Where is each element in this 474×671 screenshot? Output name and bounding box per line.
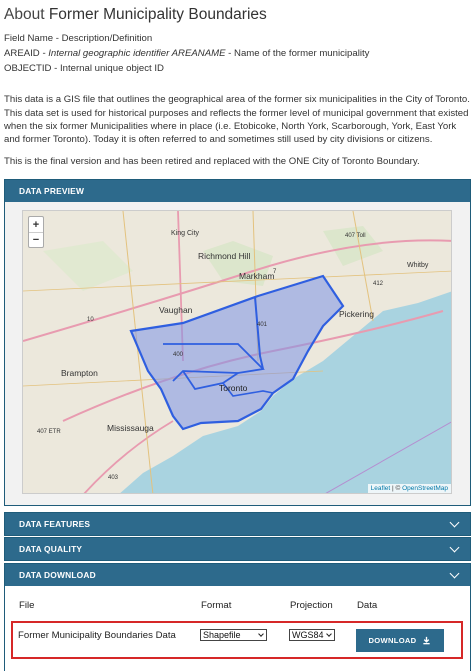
field1-name: AREAID <box>4 48 40 59</box>
zoom-in-button[interactable]: + <box>29 217 43 232</box>
label-hwy407-toll: 407 Toll <box>345 233 366 239</box>
attribution-separator: | © <box>390 485 403 492</box>
description-paragraph-3: This is the final version and has been r… <box>4 156 420 167</box>
format-select-value: Shapefile <box>203 630 241 640</box>
data-preview-label: DATA PREVIEW <box>19 186 85 196</box>
osm-link[interactable]: OpenStreetMap <box>402 485 448 492</box>
data-features-header[interactable]: DATA FEATURES <box>5 513 470 535</box>
field-definitions: Field Name - Description/Definition AREA… <box>4 31 369 76</box>
data-download-label: DATA DOWNLOAD <box>19 570 96 580</box>
leaflet-link[interactable]: Leaflet <box>371 485 391 492</box>
label-hwy412: 412 <box>373 281 384 287</box>
data-features-label: DATA FEATURES <box>19 519 91 529</box>
zoom-out-button[interactable]: − <box>29 232 43 247</box>
description-paragraph-1: This data is a GIS file that outlines th… <box>4 94 470 105</box>
page-title: About Former Municipality Boundaries <box>4 6 267 24</box>
map-view[interactable]: + − King City Richmond Hill Markham Vaug… <box>22 210 452 494</box>
data-quality-label: DATA QUALITY <box>19 544 83 554</box>
label-whitby: Whitby <box>407 262 429 269</box>
label-hwy403: 403 <box>108 475 119 481</box>
fields-heading: Field Name - Description/Definition <box>4 33 153 44</box>
label-brampton: Brampton <box>61 368 98 378</box>
data-download-header[interactable]: DATA DOWNLOAD <box>5 564 470 586</box>
zoom-control: + − <box>28 216 44 248</box>
label-king-city: King City <box>171 230 200 237</box>
label-toronto: Toronto <box>219 383 248 393</box>
label-hwy407-etr: 407 ETR <box>37 429 61 435</box>
data-preview-panel: DATA PREVIEW + − King City Richmond Hill… <box>4 179 471 506</box>
map-attribution: Leaflet | © OpenStreetMap <box>367 484 451 493</box>
title-prefix: About <box>4 6 45 23</box>
field-line-2: OBJECTID - Internal unique object ID <box>4 63 164 74</box>
download-button-label: DOWNLOAD <box>368 636 417 645</box>
column-data: Data <box>357 600 378 611</box>
chevron-down-icon <box>326 631 332 637</box>
chevron-down-icon <box>258 631 264 637</box>
label-richmond-hill: Richmond Hill <box>198 251 251 261</box>
label-markham: Markham <box>239 271 274 281</box>
data-preview-header[interactable]: DATA PREVIEW <box>5 180 470 202</box>
projection-select[interactable]: WGS84 <box>289 629 335 641</box>
label-hwy400: 400 <box>173 352 184 358</box>
map-canvas: King City Richmond Hill Markham Vaughan … <box>23 211 451 493</box>
data-quality-panel: DATA QUALITY <box>4 537 471 561</box>
projection-select-value: WGS84 <box>292 630 324 640</box>
label-pickering: Pickering <box>339 309 374 319</box>
description-paragraph-2: This data set is used for historical pur… <box>4 108 469 145</box>
column-projection: Projection <box>290 600 333 611</box>
chevron-down-icon <box>449 517 460 527</box>
data-quality-header[interactable]: DATA QUALITY <box>5 538 470 560</box>
download-file-name: Former Municipality Boundaries Data <box>18 630 176 641</box>
label-mississauga: Mississauga <box>107 423 154 433</box>
chevron-down-icon <box>449 542 460 552</box>
title-name: Former Municipality Boundaries <box>48 6 267 23</box>
label-vaughan: Vaughan <box>159 305 193 315</box>
format-select[interactable]: Shapefile <box>200 629 267 641</box>
download-button[interactable]: DOWNLOAD <box>356 629 444 652</box>
field1-rest: - Name of the former municipality <box>225 48 370 59</box>
column-file: File <box>19 600 35 611</box>
chevron-down-icon <box>449 568 460 578</box>
field-line-1: AREAID - Internal geographic identifier … <box>4 46 369 61</box>
data-features-panel: DATA FEATURES <box>4 512 471 536</box>
download-icon <box>423 636 431 645</box>
column-format: Format <box>201 600 232 611</box>
label-hwy401: 401 <box>257 322 268 328</box>
field1-desc: - Internal geographic identifier AREANAM… <box>39 48 226 59</box>
label-hwy10: 10 <box>87 317 94 323</box>
